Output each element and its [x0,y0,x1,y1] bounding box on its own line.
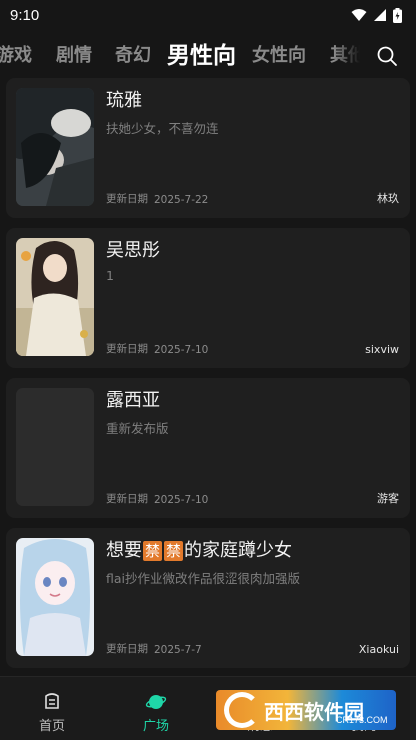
card-description: 扶她少女，不喜勿连 [106,121,219,136]
planet-icon [145,695,167,709]
card-description: 重新发布版 [106,421,169,436]
card-item[interactable]: 琉雅 扶她少女，不喜勿连 更新日期 2025-7-22 林玖 [6,78,410,218]
censor-badge: 禁 [164,541,184,561]
card-author: Xiaokui [358,643,399,656]
home-icon [45,693,59,709]
cover-placeholder [16,388,94,506]
card-item[interactable]: 想要禁禁的家庭蹲少女 flai抄作业微改作品很涩很肉加强版 更新日期 2025-… [6,528,410,668]
search-button[interactable] [376,45,398,67]
signal-icon [374,9,386,21]
cover-image [16,88,94,206]
battery-icon [393,7,402,23]
status-bar: 9:10 [0,0,416,30]
nav-square[interactable]: 广场 [104,677,208,740]
card-author: sixviw [365,343,399,356]
tab-games[interactable]: 游戏 [0,34,32,78]
cover-image [16,238,94,356]
cover-image [16,538,94,656]
category-tabs: 游戏 剧情 奇幻 男性向 女性向 其他 [0,34,416,78]
card-title: 露西亚 [106,390,160,411]
nav-label: 广场 [142,719,169,734]
update-date-label: 更新日期 [106,343,148,355]
card-author: 游客 [377,492,399,505]
update-date: 2025-7-10 [154,494,209,506]
card-description: 1 [106,268,114,283]
wifi-icon [351,9,367,21]
tabs-fade [334,34,360,78]
update-date-label: 更新日期 [106,193,148,205]
tab-female-oriented[interactable]: 女性向 [252,34,306,78]
card-title-suffix: 的家庭蹲少女 [184,540,293,561]
nav-home[interactable]: 首页 [0,677,104,740]
card-item[interactable]: 露西亚 重新发布版 更新日期 2025-7-10 游客 [6,378,410,518]
status-icons [351,7,402,23]
watermark-logo: 西西软件园 CR173.COM [216,690,396,730]
tab-story[interactable]: 剧情 [56,34,92,78]
update-date-label: 更新日期 [106,493,148,505]
card-title-prefix: 想要 [106,540,142,561]
censor-badge: 禁 [143,541,163,561]
status-time: 9:10 [10,6,40,24]
card-author: 林玖 [377,192,399,205]
update-date: 2025-7-7 [154,644,202,656]
tabs-scroll[interactable]: 游戏 剧情 奇幻 男性向 女性向 其他 [0,34,360,78]
search-icon [377,46,397,66]
card-title: 吴思彤 [106,240,160,261]
watermark-sub: CR173.COM [336,715,388,725]
update-date: 2025-7-22 [154,194,209,206]
tab-fantasy[interactable]: 奇幻 [115,34,151,78]
card-title: 琉雅 [106,90,142,111]
watermark-c-icon [224,692,260,728]
card-feed[interactable]: 琉雅 扶她少女，不喜勿连 更新日期 2025-7-22 林玖 吴思彤 1 更新日… [0,78,416,676]
update-date-label: 更新日期 [106,643,148,655]
card-description: flai抄作业微改作品很涩很肉加强版 [106,571,301,586]
tab-male-oriented[interactable]: 男性向 [167,34,236,78]
nav-label: 首页 [38,719,65,734]
update-date: 2025-7-10 [154,344,209,356]
card-item[interactable]: 吴思彤 1 更新日期 2025-7-10 sixviw [6,228,410,368]
card-title: 想要禁禁的家庭蹲少女 [106,536,292,562]
